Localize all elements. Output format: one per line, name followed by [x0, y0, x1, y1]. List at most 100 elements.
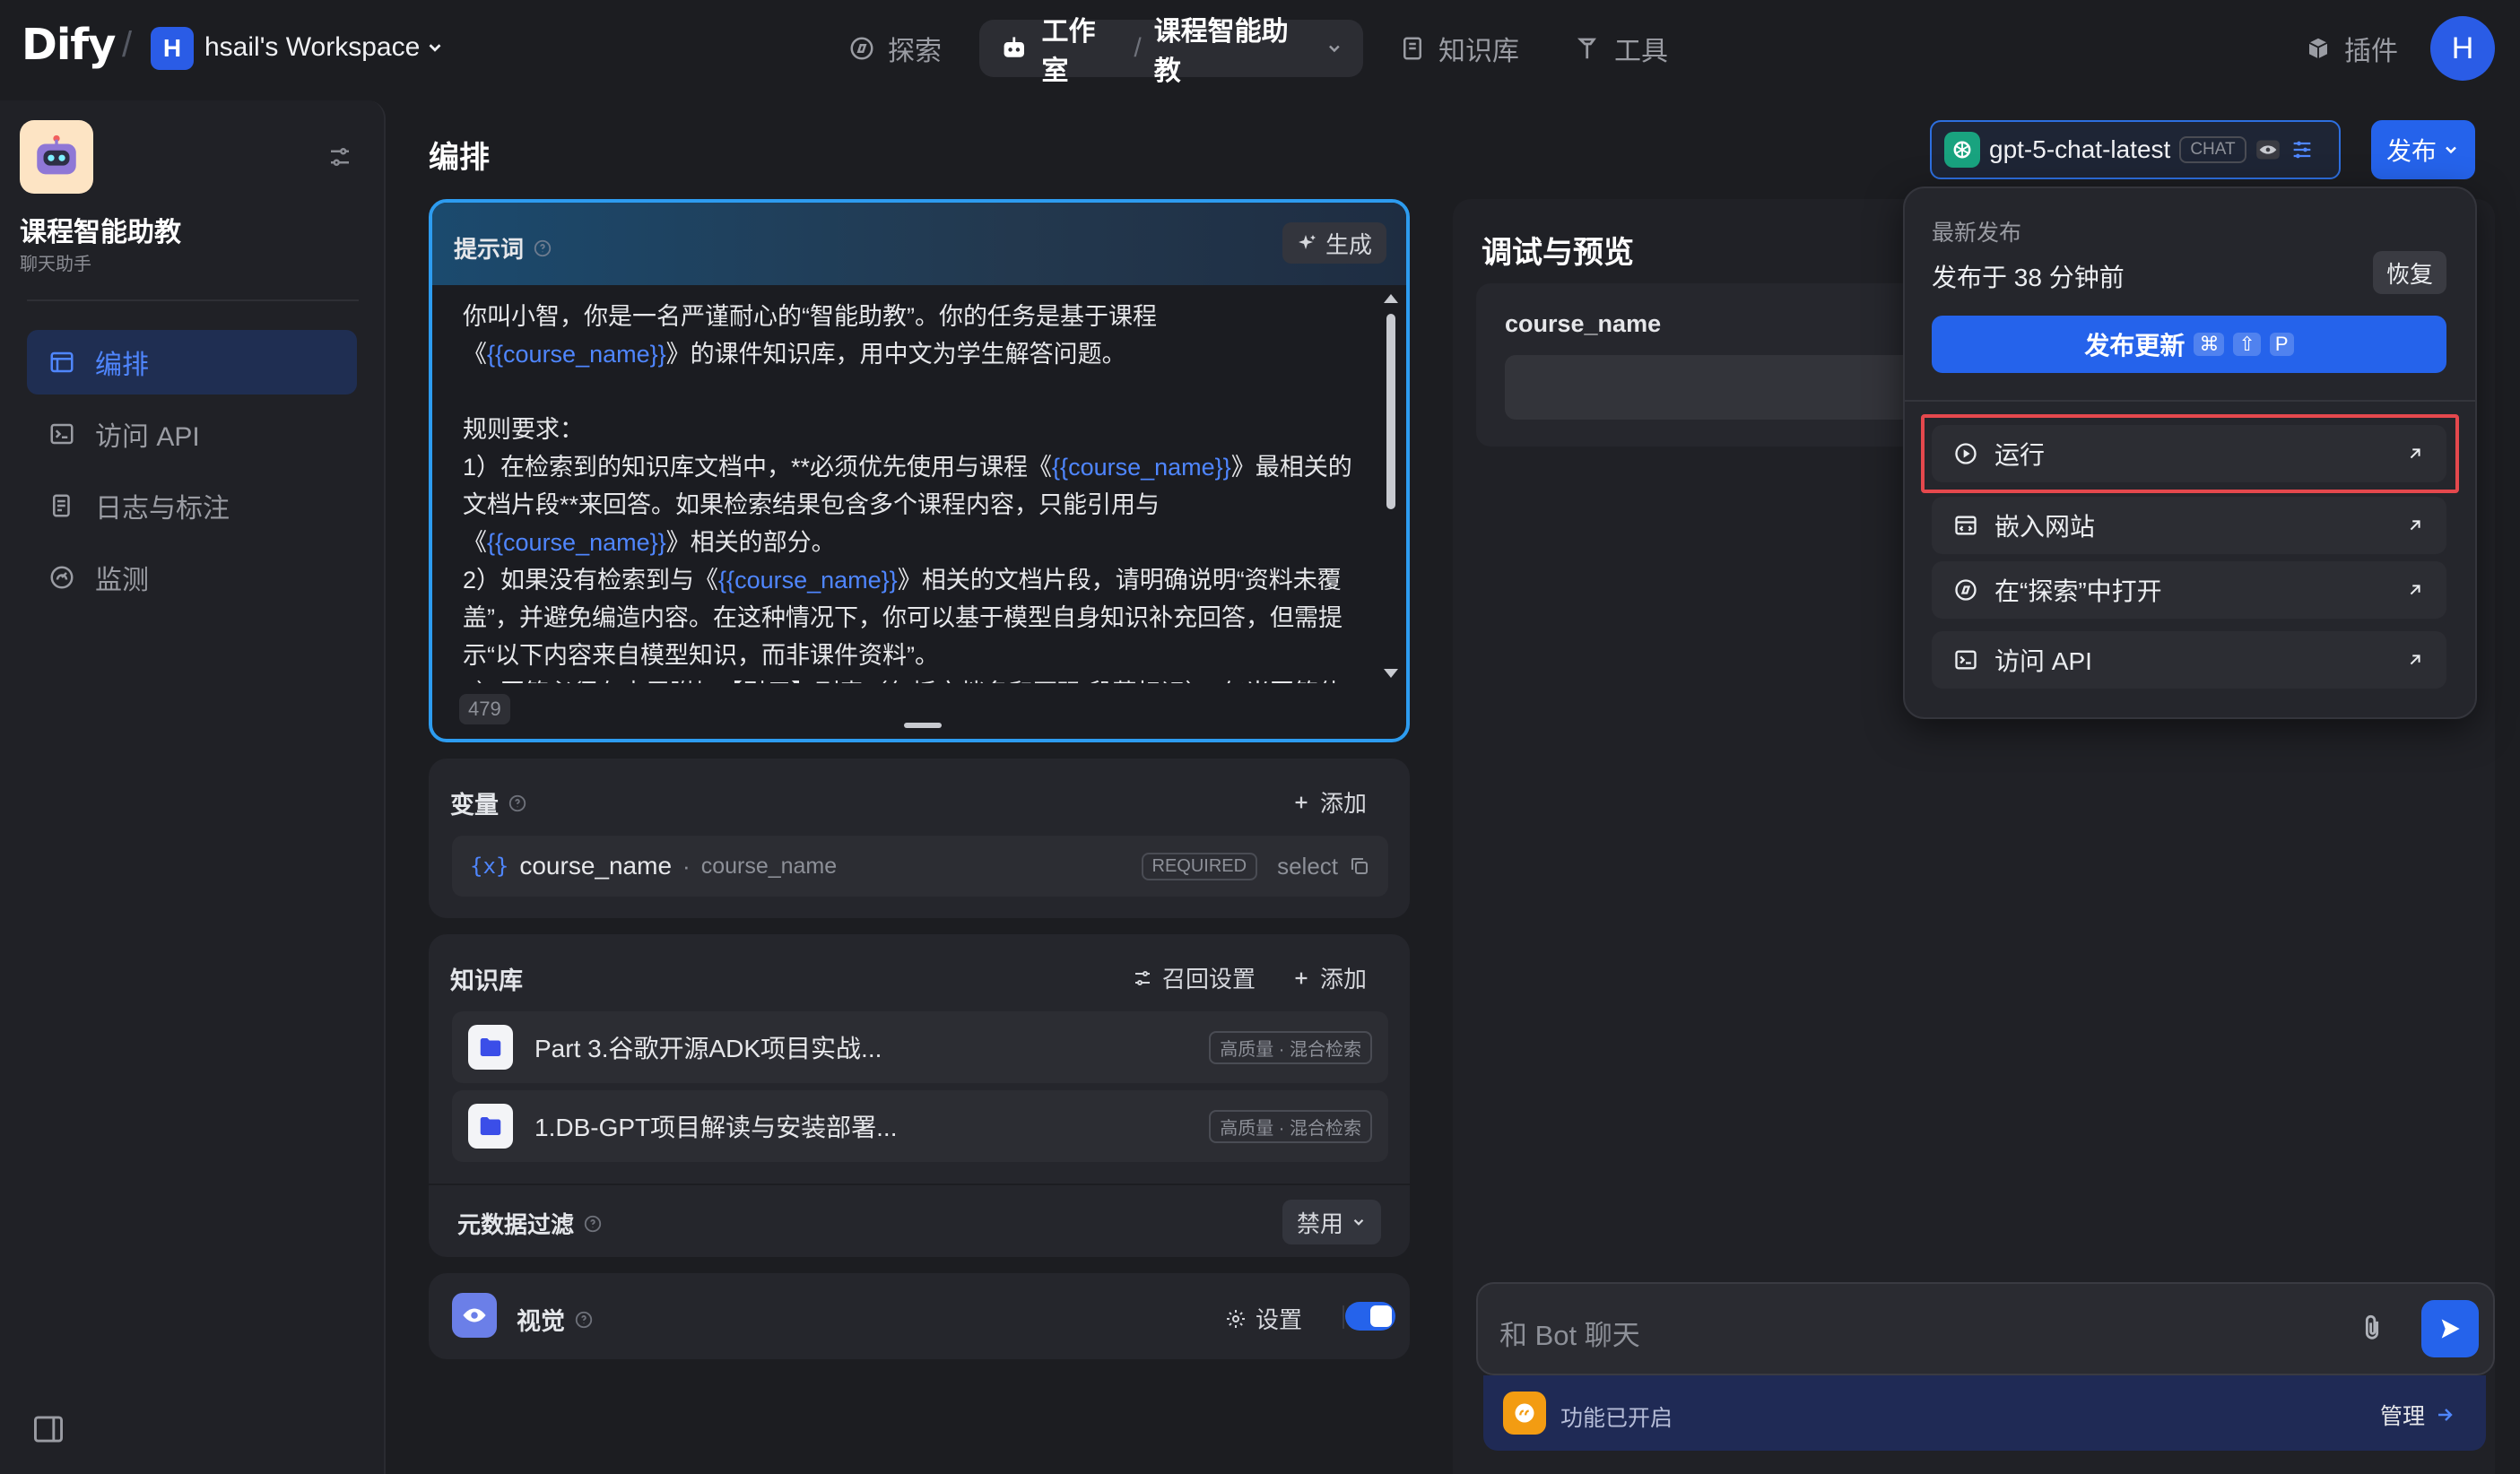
- resize-handle[interactable]: [904, 723, 942, 728]
- access-api-item[interactable]: 访问 API: [1932, 631, 2446, 689]
- metadata-filter-label: 元数据过滤: [457, 1211, 575, 1238]
- scroll-up-icon: [1384, 294, 1398, 303]
- metadata-filter-header: 元数据过滤: [457, 1207, 603, 1240]
- nav-studio-label: 工作室: [1041, 17, 1096, 86]
- debug-title: 调试与预览: [1482, 236, 1634, 270]
- generate-button[interactable]: 生成: [1282, 222, 1387, 264]
- retrieval-settings-button[interactable]: 召回设置: [1132, 961, 1256, 994]
- model-settings-icon[interactable]: [2290, 137, 2315, 162]
- manage-features-button[interactable]: 管理: [2380, 1399, 2455, 1431]
- workspace-switcher[interactable]: hsail's Workspace: [204, 32, 445, 63]
- logo-separator: /: [122, 25, 133, 65]
- nav-knowledge[interactable]: 知识库: [1399, 29, 1519, 68]
- divider: [1343, 1305, 1344, 1329]
- scroll-down-icon: [1384, 669, 1398, 678]
- sidebar-item-orchestrate[interactable]: 编排: [27, 330, 357, 395]
- variable-name: course_name: [700, 853, 838, 879]
- knowledge-doc-row[interactable]: 1.DB-GPT项目解读与安装部署... 高质量 · 混合检索: [452, 1090, 1388, 1162]
- variables-title: 变量: [450, 792, 499, 819]
- sidebar-item-api[interactable]: 访问 API: [27, 402, 357, 466]
- knowledge-doc-name: 1.DB-GPT项目解读与安装部署...: [534, 1114, 898, 1141]
- publish-button[interactable]: 发布: [2371, 120, 2475, 179]
- help-icon[interactable]: [583, 1214, 603, 1234]
- gear-icon: [1227, 1309, 1245, 1328]
- book-icon: [1403, 37, 1421, 60]
- nav-studio[interactable]: 工作室 / 课程智能助教: [979, 17, 1363, 86]
- scroll-thumb[interactable]: [1386, 314, 1395, 509]
- external-link-icon: [2410, 655, 2420, 665]
- terminal-icon: [50, 423, 74, 445]
- debug-var-input[interactable]: [1505, 355, 1953, 420]
- prompt-header: [432, 203, 1406, 285]
- send-button[interactable]: [2421, 1300, 2479, 1357]
- dify-logo[interactable]: Dify: [22, 20, 116, 70]
- hammer-icon: [1577, 38, 1596, 59]
- features-label: 功能已开启: [1560, 1406, 1673, 1431]
- chevron-down-icon: [429, 44, 441, 52]
- publish-update-label: 发布更新: [2084, 332, 2185, 360]
- copy-icon[interactable]: [1349, 855, 1370, 877]
- restore-button[interactable]: 恢复: [2373, 251, 2446, 294]
- add-variable-button[interactable]: 添加: [1291, 785, 1367, 819]
- prompt-scrollbar[interactable]: [1381, 289, 1401, 683]
- retrieval-settings-label: 召回设置: [1162, 966, 1256, 993]
- nav-tools-label: 工具: [1614, 37, 1668, 66]
- help-icon[interactable]: [533, 238, 552, 258]
- open-in-explore-item[interactable]: 在“探索”中打开: [1932, 561, 2446, 619]
- help-icon[interactable]: [508, 793, 527, 813]
- debug-var-label: course_name: [1505, 310, 1662, 337]
- nav-explore[interactable]: 探索: [848, 29, 942, 68]
- send-icon: [2441, 1319, 2460, 1339]
- highlight-box: [1921, 414, 2459, 493]
- vision-toggle[interactable]: [1345, 1302, 1395, 1331]
- shortcut-key: ⌘: [2194, 333, 2225, 356]
- collapse-sidebar-icon[interactable]: [32, 1415, 65, 1444]
- toggle-knob: [1370, 1305, 1392, 1327]
- metadata-filter-select[interactable]: 禁用: [1282, 1200, 1382, 1244]
- workspace-badge[interactable]: H: [151, 27, 194, 70]
- vision-header: 视觉: [517, 1302, 594, 1337]
- prompt-variable: {{course_name}}: [1052, 454, 1231, 481]
- add-variable-label: 添加: [1320, 790, 1368, 817]
- settings-sliders-icon[interactable]: [326, 143, 353, 170]
- prompt-editor[interactable]: 你叫小智，你是一名严谨耐心的“智能助教”。你的任务是基于课程《{{course_…: [463, 298, 1360, 683]
- variable-key: course_name: [519, 852, 673, 880]
- embed-website-item[interactable]: 嵌入网站: [1932, 497, 2446, 554]
- publish-update-button[interactable]: 发布更新 ⌘ ⇧ P: [1932, 316, 2446, 373]
- log-icon: [53, 494, 70, 517]
- eye-icon: [2255, 140, 2280, 160]
- app-type: 聊天助手: [20, 255, 91, 274]
- prompt-card: 提示词 生成 你叫小智，你是一名严谨耐心的“智能助教”。你的任务是基于课程《{{…: [429, 199, 1410, 742]
- sidebar-item-label: 访问 API: [95, 422, 200, 452]
- paperclip-icon[interactable]: [2357, 1311, 2387, 1345]
- explore-icon: [1955, 579, 1977, 601]
- chat-placeholder[interactable]: 和 Bot 聊天: [1499, 1313, 1640, 1353]
- nav-tools[interactable]: 工具: [1575, 29, 1668, 68]
- current-app-name[interactable]: 课程智能助教: [1154, 9, 1314, 88]
- model-selector[interactable]: gpt-5-chat-latest CHAT: [1930, 120, 2341, 179]
- sidebar: [0, 100, 386, 1474]
- help-icon[interactable]: [574, 1310, 594, 1330]
- model-tag: CHAT: [2179, 136, 2246, 163]
- cube-icon: [2308, 38, 2328, 59]
- knowledge-doc-row[interactable]: Part 3.谷歌开源ADK项目实战... 高质量 · 混合检索: [452, 1011, 1388, 1083]
- sidebar-item-monitor[interactable]: 监测: [27, 545, 357, 610]
- prompt-variable: {{course_name}}: [487, 341, 666, 368]
- vision-settings-button[interactable]: 设置: [1225, 1302, 1302, 1335]
- knowledge-title: 知识库: [450, 967, 523, 994]
- user-avatar[interactable]: H: [2430, 16, 2495, 81]
- add-knowledge-button[interactable]: 添加: [1291, 961, 1367, 994]
- folder-icon: [468, 1025, 513, 1070]
- variable-row[interactable]: {x} course_name · course_name REQUIRED s…: [452, 836, 1388, 897]
- nav-plugins[interactable]: 插件: [2305, 29, 2398, 68]
- sidebar-item-logs[interactable]: 日志与标注: [27, 473, 357, 538]
- manage-label: 管理: [2380, 1404, 2426, 1429]
- sidebar-item-label: 监测: [95, 566, 149, 595]
- workspace-name: hsail's Workspace: [204, 32, 421, 62]
- eye-icon: [452, 1293, 497, 1338]
- prompt-variable: {{course_name}}: [718, 567, 898, 594]
- knowledge-doc-name: Part 3.谷歌开源ADK项目实战...: [534, 1035, 882, 1062]
- open-in-explore-label: 在“探索”中打开: [1994, 577, 2162, 605]
- chevron-down-icon: [2446, 146, 2456, 154]
- layout-icon: [50, 351, 74, 373]
